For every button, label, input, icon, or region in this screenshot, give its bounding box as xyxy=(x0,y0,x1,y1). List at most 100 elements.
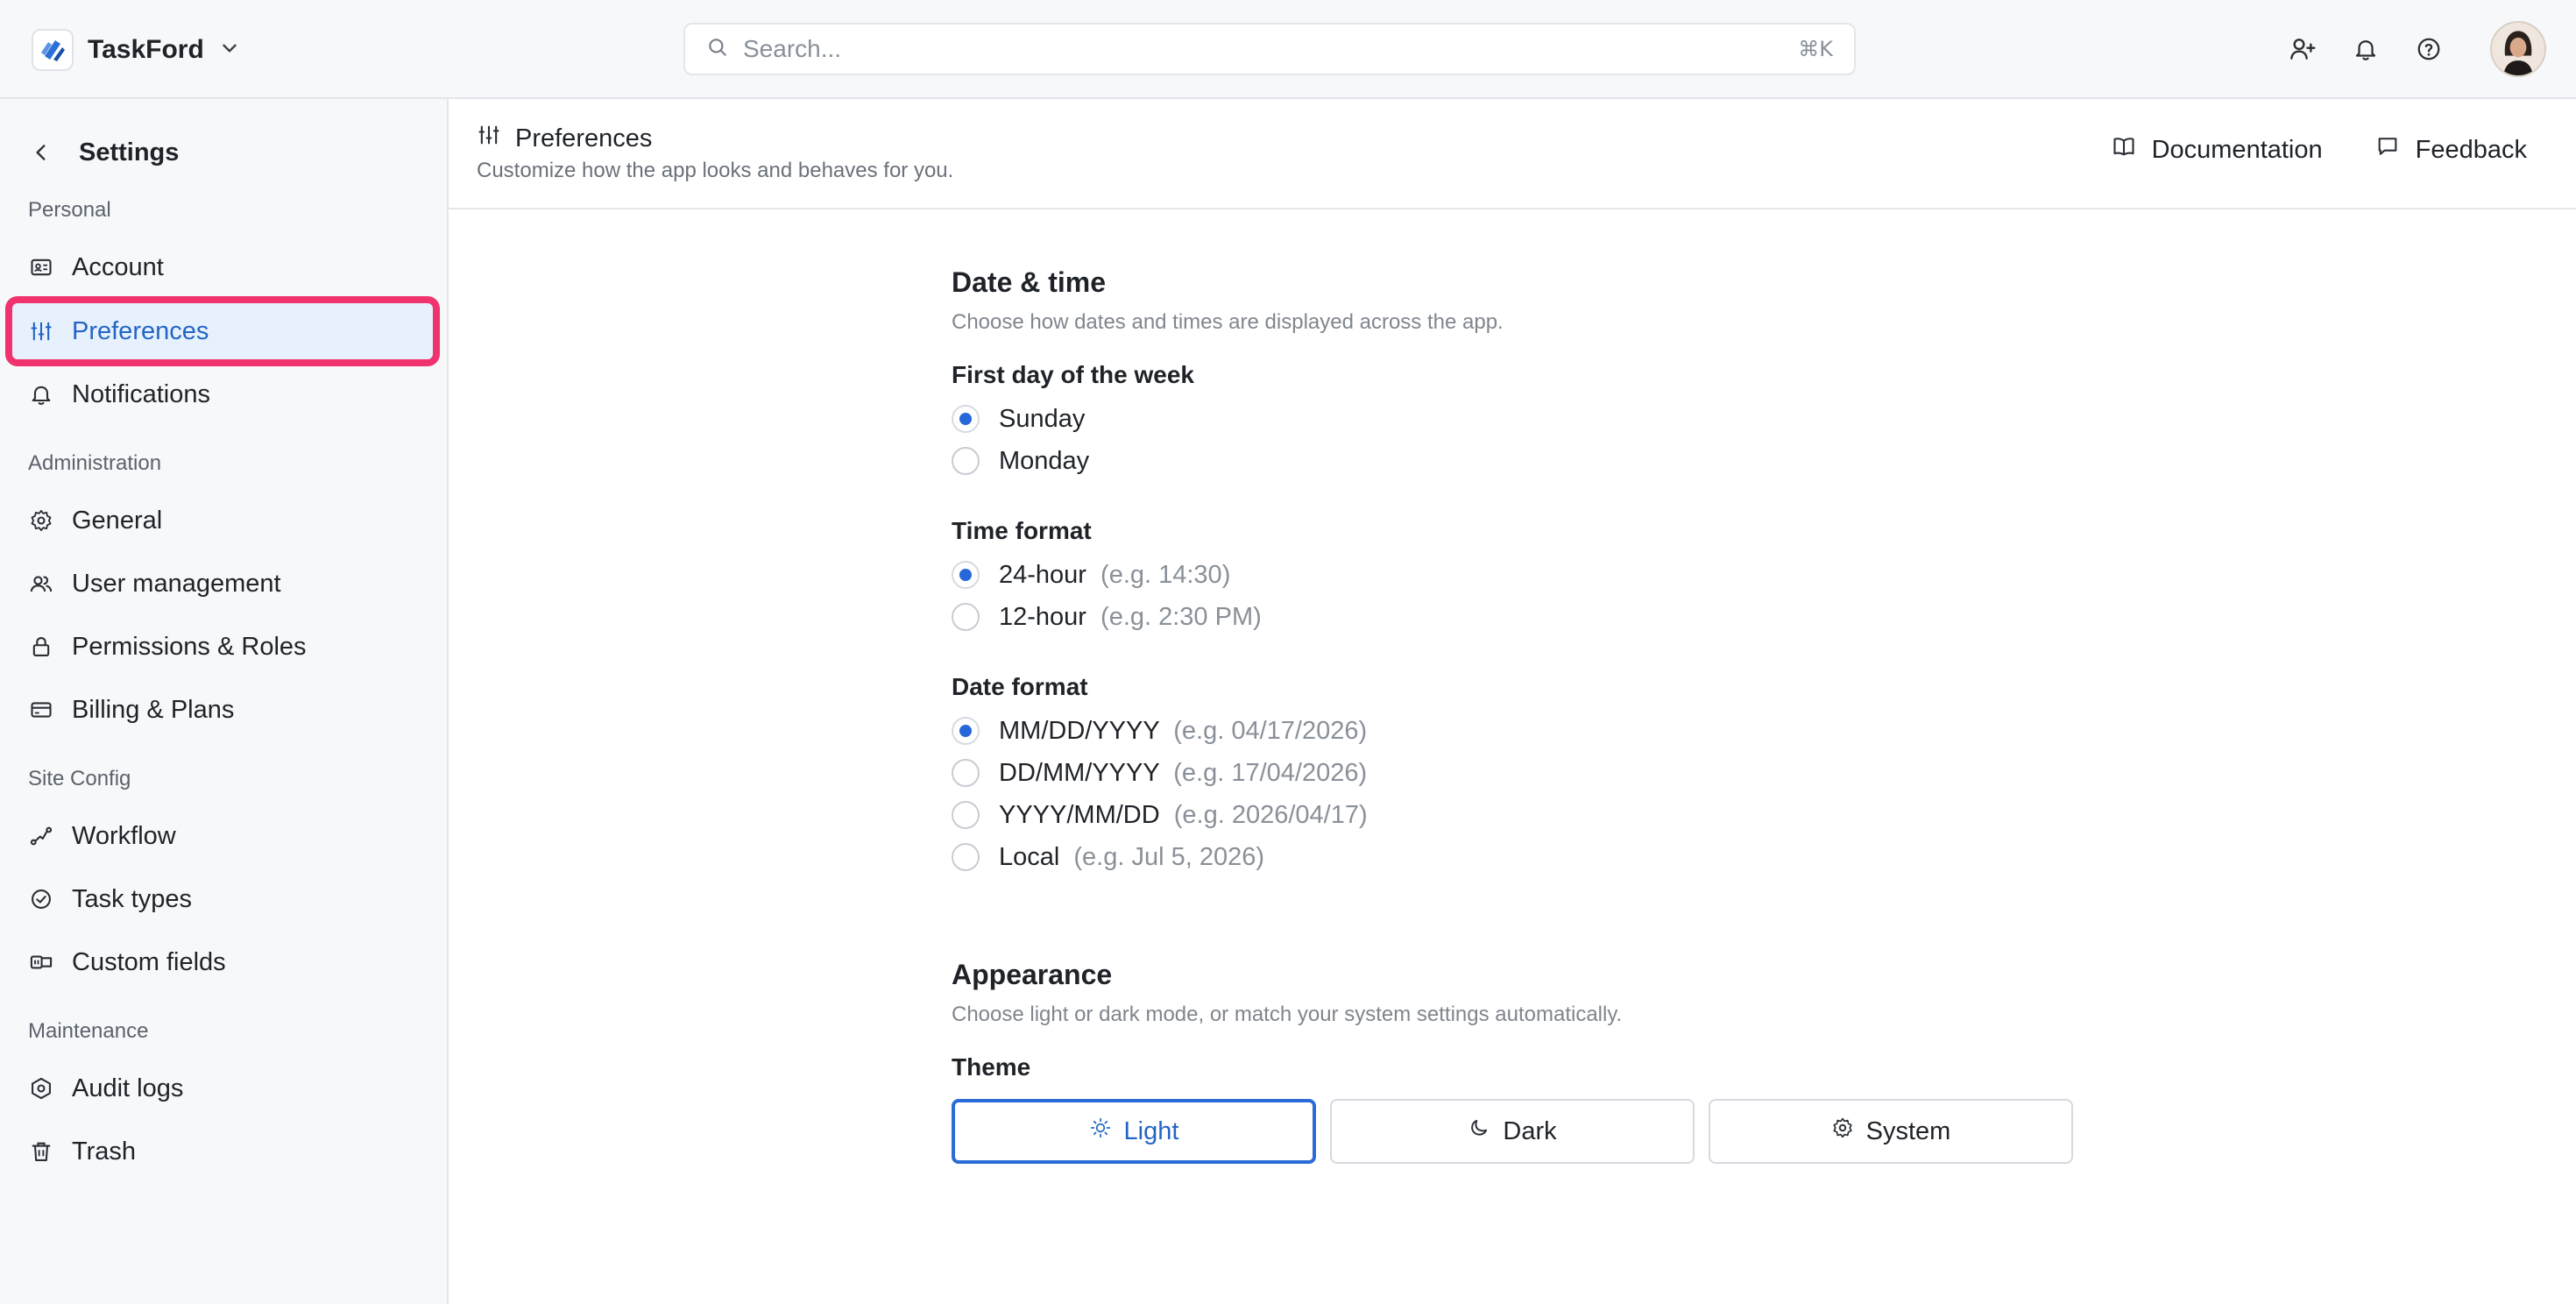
feedback-label: Feedback xyxy=(2415,135,2527,164)
header-actions: Documentation Feedback xyxy=(2112,134,2527,166)
preferences-content: Date & time Choose how dates and times a… xyxy=(952,263,2073,1164)
radio-button[interactable] xyxy=(952,447,980,475)
bell-icon[interactable] xyxy=(2350,33,2381,65)
search-input[interactable] xyxy=(743,35,1799,63)
sidebar-item-label: Permissions & Roles xyxy=(72,632,307,661)
sliders-icon xyxy=(477,123,501,154)
radio-option-dd-mm-yyyy[interactable]: DD/MM/YYYY (e.g. 17/04/2026) xyxy=(952,752,2073,794)
radio-button[interactable] xyxy=(952,801,980,829)
sidebar-item-account[interactable]: Account xyxy=(12,239,433,295)
radio-option-local[interactable]: Local (e.g. Jul 5, 2026) xyxy=(952,836,2073,878)
radio-hint: (e.g. 2:30 PM) xyxy=(1100,602,1262,631)
date-format-group: Date format MM/DD/YYYY (e.g. 04/17/2026)… xyxy=(952,670,2073,878)
workspace-switcher[interactable]: TaskFord xyxy=(32,26,241,74)
group-label-maintenance: Maintenance xyxy=(28,1019,149,1043)
radio-hint: (e.g. Jul 5, 2026) xyxy=(1073,842,1265,871)
field-label-theme: Theme xyxy=(952,1053,1031,1081)
group-label-administration: Administration xyxy=(28,451,162,475)
hexagon-icon xyxy=(28,1075,54,1102)
sidebar-item-billing-plans[interactable]: Billing & Plans xyxy=(12,682,433,738)
date-time-section: Date & time Choose how dates and times a… xyxy=(952,263,2073,878)
gear-icon xyxy=(1831,1116,1854,1146)
trash-icon xyxy=(28,1138,54,1165)
section-desc-date-time: Choose how dates and times are displayed… xyxy=(952,310,1504,334)
sidebar-item-preferences[interactable]: Preferences xyxy=(5,296,440,366)
help-icon[interactable] xyxy=(2413,33,2445,65)
radio-hint: (e.g. 14:30) xyxy=(1100,560,1231,589)
user-avatar[interactable] xyxy=(2490,21,2546,77)
sidebar-item-trash[interactable]: Trash xyxy=(12,1123,433,1180)
sidebar-item-label: Account xyxy=(72,252,164,281)
lock-icon xyxy=(28,634,54,660)
theme-label: Dark xyxy=(1503,1116,1557,1145)
settings-title: Settings xyxy=(79,138,180,167)
sidebar-item-audit-logs[interactable]: Audit logs xyxy=(12,1060,433,1116)
radio-label: 12-hour xyxy=(999,602,1086,631)
sidebar-item-user-management[interactable]: User management xyxy=(12,556,433,612)
page-title: Preferences xyxy=(477,123,652,154)
credit-card-icon xyxy=(28,697,54,723)
sidebar-item-label: Billing & Plans xyxy=(72,695,235,724)
settings-sidebar: Settings Personal Account Preferences No… xyxy=(0,99,449,1304)
sidebar-item-permissions-roles[interactable]: Permissions & Roles xyxy=(12,619,433,675)
radio-option-24-hour[interactable]: 24-hour (e.g. 14:30) xyxy=(952,554,2073,596)
sidebar-item-label: User management xyxy=(72,569,281,598)
sidebar-item-label: Audit logs xyxy=(72,1074,184,1102)
first-day-group: First day of the week Sunday Monday xyxy=(952,358,2073,482)
radio-label: Sunday xyxy=(999,404,1086,433)
users-icon xyxy=(28,570,54,597)
radio-hint: (e.g. 04/17/2026) xyxy=(1173,716,1368,745)
sidebar-item-label: Custom fields xyxy=(72,947,226,976)
sidebar-item-general[interactable]: General xyxy=(12,493,433,549)
section-title-date-time: Date & time xyxy=(952,266,1107,298)
radio-button[interactable] xyxy=(952,717,980,745)
theme-dark-button[interactable]: Dark xyxy=(1330,1099,1695,1164)
page-title-text: Preferences xyxy=(515,124,653,152)
sidebar-item-task-types[interactable]: Task types xyxy=(12,871,433,927)
sidebar-item-notifications[interactable]: Notifications xyxy=(12,366,433,422)
radio-label: MM/DD/YYYY xyxy=(999,716,1160,745)
sidebar-item-workflow[interactable]: Workflow xyxy=(12,808,433,864)
radio-option-mm-dd-yyyy[interactable]: MM/DD/YYYY (e.g. 04/17/2026) xyxy=(952,710,2073,752)
workspace-name: TaskFord xyxy=(88,35,204,64)
sidebar-item-label: General xyxy=(72,506,163,535)
documentation-link[interactable]: Documentation xyxy=(2112,134,2323,166)
app-root: TaskFord ⌘K xyxy=(0,0,2576,1304)
book-icon xyxy=(2112,134,2136,166)
id-card-icon xyxy=(28,254,54,280)
sidebar-item-custom-fields[interactable]: Custom fields xyxy=(12,934,433,990)
radio-label: Monday xyxy=(999,446,1090,475)
tag-field-icon xyxy=(28,949,54,975)
page-header: Preferences Customize how the app looks … xyxy=(449,99,2576,209)
radio-label: Local xyxy=(999,842,1060,871)
radio-option-monday[interactable]: Monday xyxy=(952,440,2073,482)
message-square-icon xyxy=(2375,134,2400,166)
settings-header: Settings xyxy=(28,131,179,174)
radio-button[interactable] xyxy=(952,561,980,589)
chevron-down-icon xyxy=(218,37,241,64)
theme-light-button[interactable]: Light xyxy=(952,1099,1316,1164)
theme-system-button[interactable]: System xyxy=(1709,1099,2073,1164)
radio-option-sunday[interactable]: Sunday xyxy=(952,398,2073,440)
check-circle-icon xyxy=(28,886,54,912)
radio-option-yyyy-mm-dd[interactable]: YYYY/MM/DD (e.g. 2026/04/17) xyxy=(952,794,2073,836)
section-desc-appearance: Choose light or dark mode, or match your… xyxy=(952,1003,1623,1026)
gear-icon xyxy=(28,507,54,534)
documentation-label: Documentation xyxy=(2151,135,2323,164)
radio-button[interactable] xyxy=(952,603,980,631)
radio-hint: (e.g. 2026/04/17) xyxy=(1173,800,1368,829)
back-arrow-icon[interactable] xyxy=(28,139,54,166)
radio-button[interactable] xyxy=(952,843,980,871)
add-user-icon[interactable] xyxy=(2287,33,2318,65)
radio-button[interactable] xyxy=(952,759,980,787)
top-actions xyxy=(2287,19,2546,79)
radio-button[interactable] xyxy=(952,405,980,433)
moon-icon xyxy=(1468,1116,1490,1146)
feedback-button[interactable]: Feedback xyxy=(2375,134,2527,166)
taskford-logo-icon xyxy=(32,29,74,71)
field-label-time-format: Time format xyxy=(952,517,1092,544)
page-subtitle: Customize how the app looks and behaves … xyxy=(477,159,954,182)
bell-icon xyxy=(28,381,54,408)
sidebar-item-label: Task types xyxy=(72,884,192,913)
radio-option-12-hour[interactable]: 12-hour (e.g. 2:30 PM) xyxy=(952,596,2073,638)
